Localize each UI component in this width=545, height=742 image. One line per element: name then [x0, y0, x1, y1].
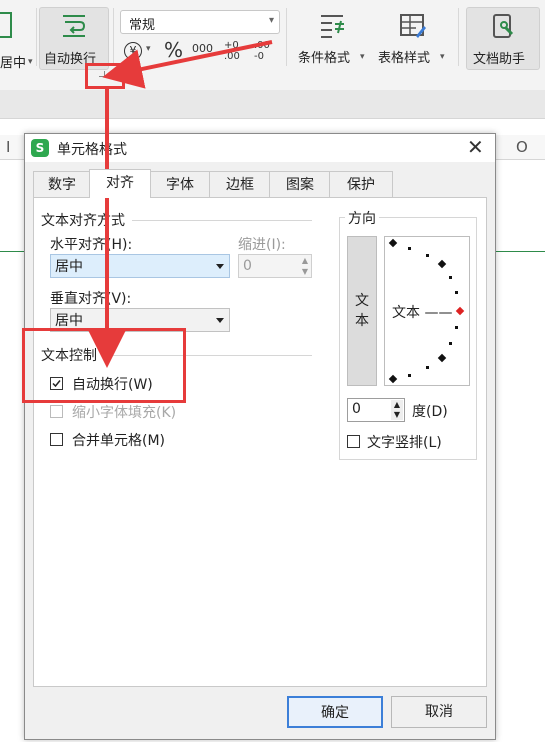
tab-alignment[interactable]: 对齐 [89, 169, 151, 198]
annotation-arrow [87, 40, 273, 368]
